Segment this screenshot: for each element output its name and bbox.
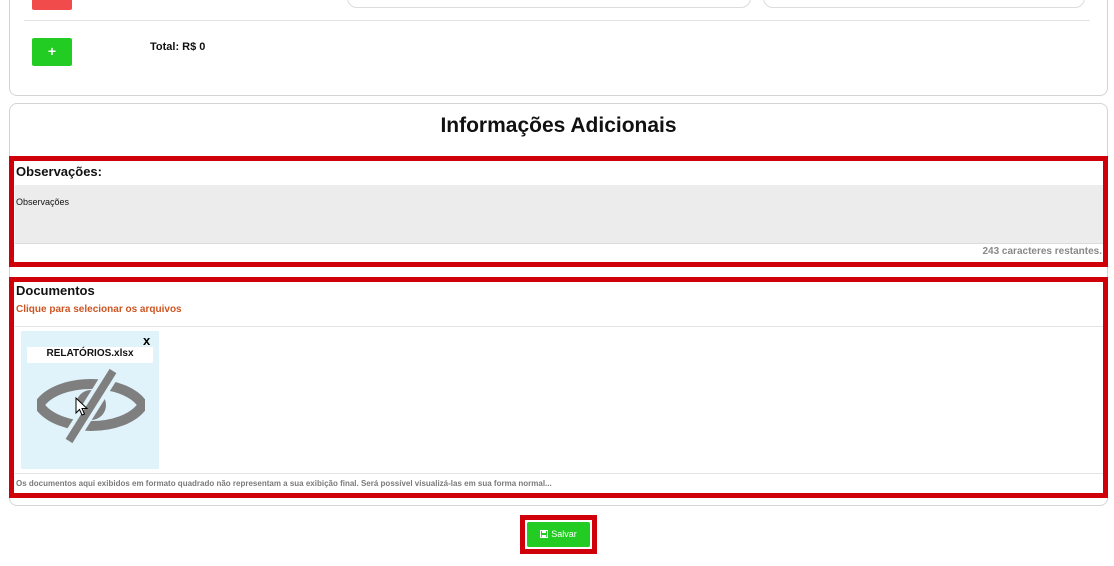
total-label: Total: R$ 0 bbox=[150, 41, 206, 53]
observations-label: Observações: bbox=[16, 164, 102, 179]
remove-file-button[interactable]: x bbox=[143, 333, 150, 348]
add-item-button[interactable]: + bbox=[32, 38, 72, 66]
characters-remaining: 243 caracteres restantes. bbox=[982, 246, 1102, 257]
observations-textarea[interactable] bbox=[15, 185, 1103, 244]
file-name: RELATÓRIOS.xlsx bbox=[46, 348, 134, 359]
item-field-left[interactable] bbox=[347, 0, 751, 8]
save-button-label: Salvar bbox=[551, 529, 577, 539]
cursor-icon bbox=[75, 397, 89, 416]
documents-bottom-divider bbox=[15, 473, 1103, 474]
select-files-link[interactable]: Clique para selecionar os arquivos bbox=[16, 304, 182, 315]
remove-item-button[interactable] bbox=[32, 0, 72, 10]
item-field-right[interactable] bbox=[763, 0, 1085, 8]
documents-note: Os documentos aqui exibidos em formato q… bbox=[16, 479, 552, 488]
section-title: Informações Adicionais bbox=[440, 114, 677, 137]
file-thumbnail[interactable]: x RELATÓRIOS.xlsx bbox=[21, 331, 159, 469]
documents-top-divider bbox=[15, 326, 1103, 327]
documents-title: Documentos bbox=[16, 283, 95, 298]
save-icon bbox=[540, 530, 549, 538]
eye-slash-icon bbox=[37, 366, 145, 445]
items-divider bbox=[24, 20, 1090, 21]
observations-placeholder: Observações bbox=[16, 197, 70, 207]
save-button[interactable]: Salvar bbox=[527, 522, 590, 547]
